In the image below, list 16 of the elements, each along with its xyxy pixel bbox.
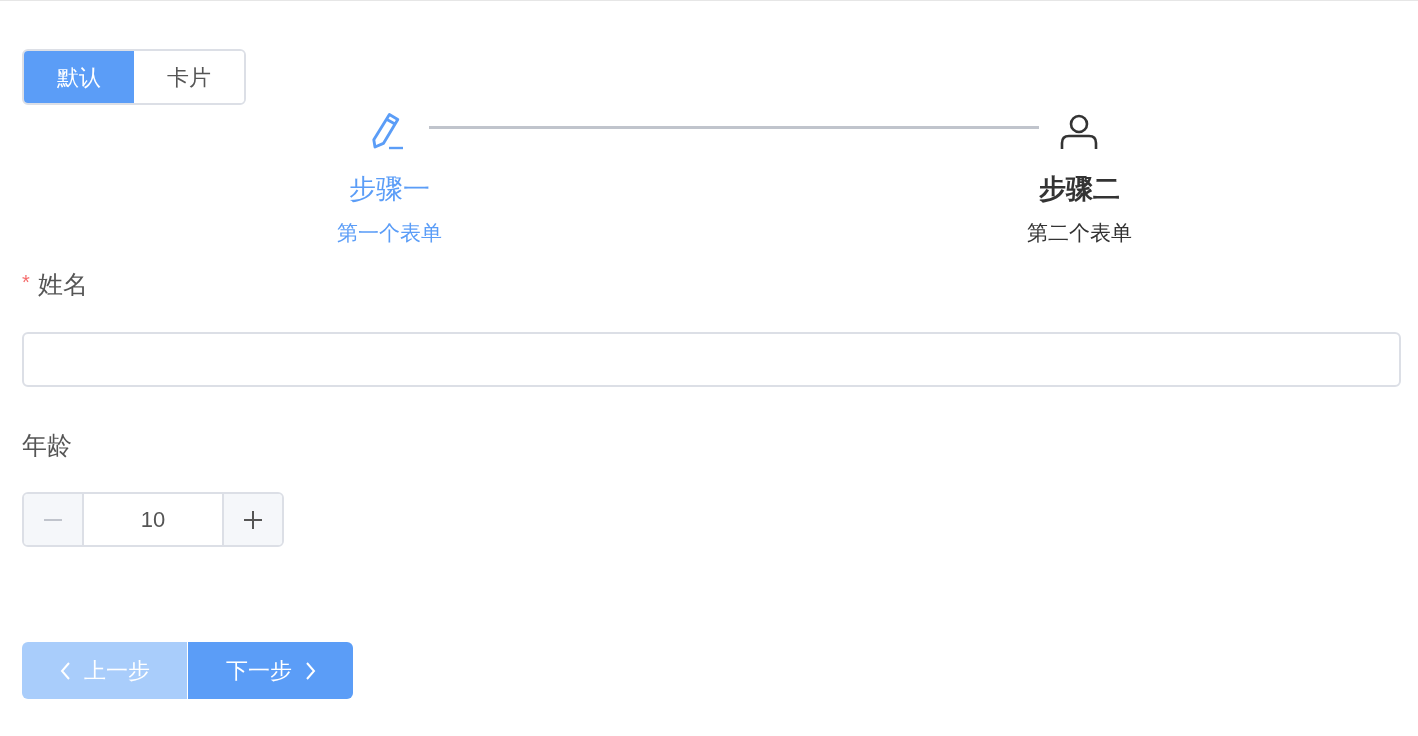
chevron-right-icon [305, 661, 316, 680]
name-input[interactable] [22, 331, 1401, 387]
step-description: 第一个表单 [336, 219, 442, 246]
number-field[interactable]: 10 [22, 492, 284, 548]
field-label: 年龄 [22, 430, 72, 459]
step-title: 步骤一 [348, 173, 430, 206]
next-button[interactable]: 下一步 [188, 642, 353, 700]
step-title: 步骤二 [1038, 173, 1120, 206]
plus-icon [244, 510, 262, 529]
step-description: 第二个表单 [1026, 219, 1132, 246]
chevron-left-icon [59, 661, 70, 680]
increment-button[interactable] [224, 494, 282, 546]
minus-icon [44, 518, 62, 521]
field-label: 姓名 [37, 270, 88, 299]
required-mark: * [22, 271, 30, 294]
segment-tab[interactable]: 默认 [24, 51, 134, 103]
